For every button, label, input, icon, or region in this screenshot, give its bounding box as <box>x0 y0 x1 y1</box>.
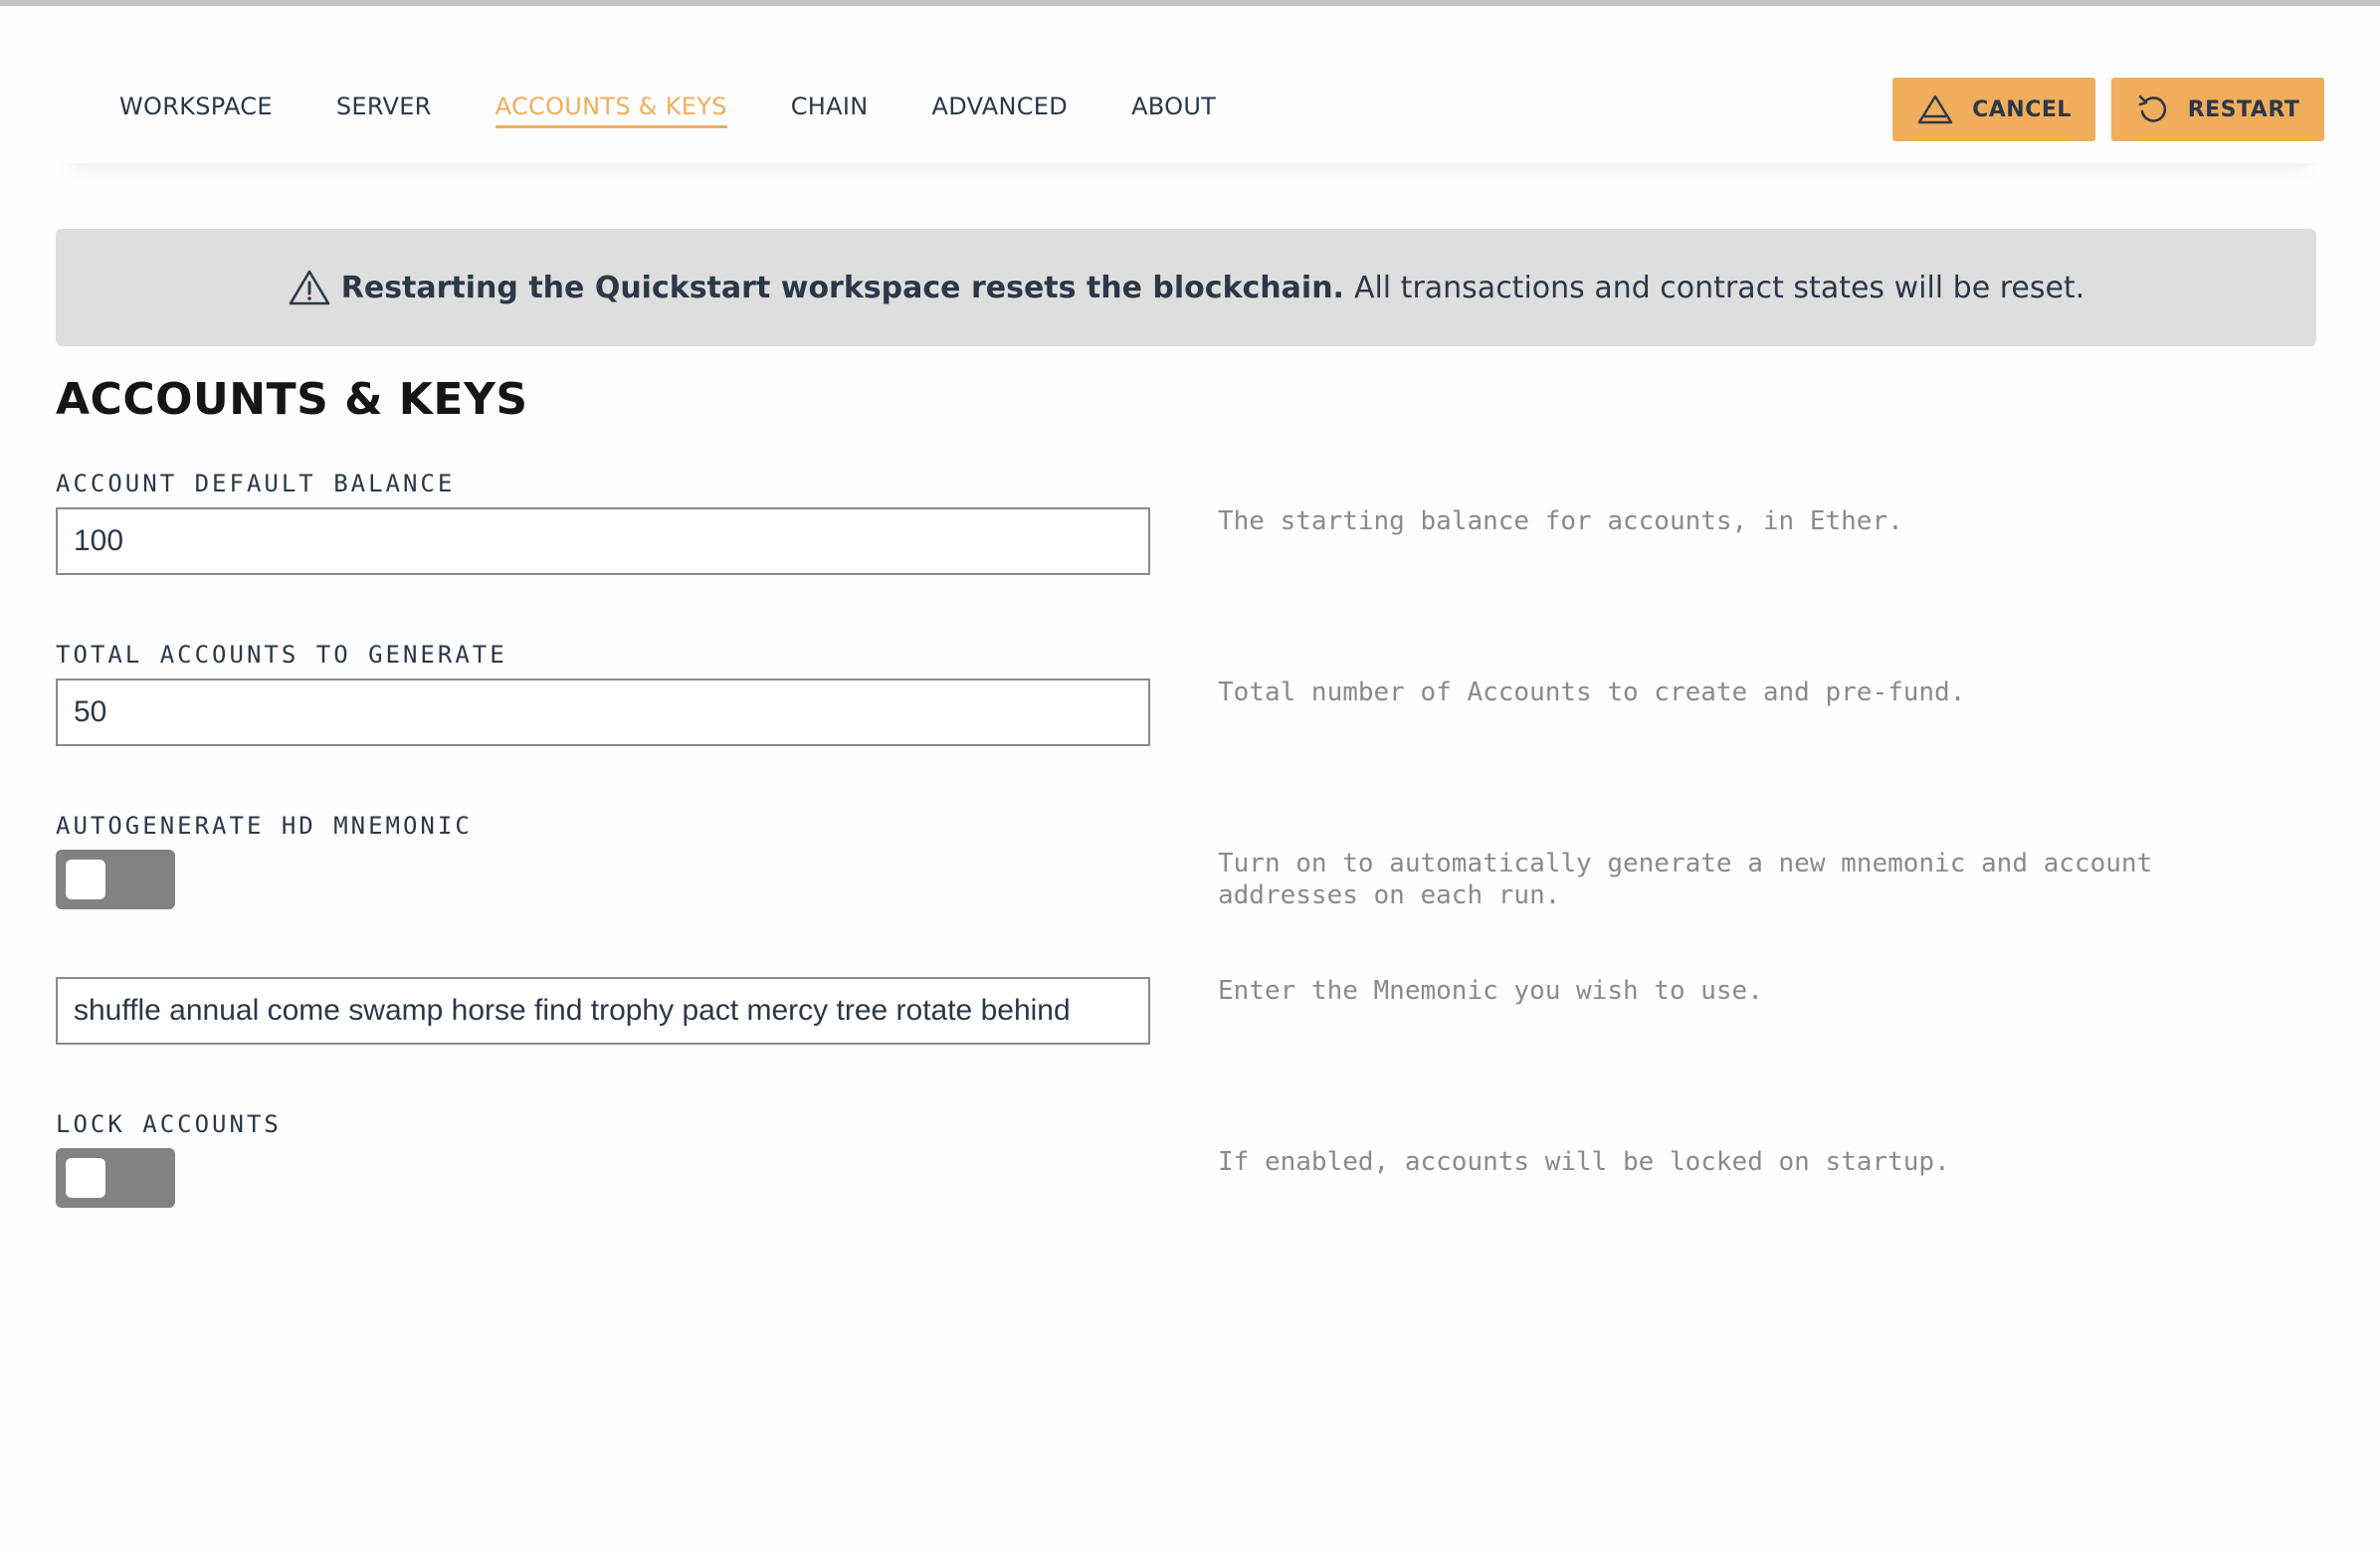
lock-accounts-toggle[interactable] <box>56 1148 175 1208</box>
cancel-button[interactable]: CANCEL <box>1892 78 2095 141</box>
tab-advanced[interactable]: ADVANCED <box>932 92 1069 128</box>
balance-input[interactable] <box>56 507 1150 575</box>
toggle-knob <box>66 860 105 899</box>
total-accounts-label: TOTAL ACCOUNTS TO GENERATE <box>56 641 507 669</box>
settings-header: WORKSPACE SERVER ACCOUNTS & KEYS CHAIN A… <box>56 6 2324 163</box>
tab-chain[interactable]: CHAIN <box>791 92 869 128</box>
warning-triangle-icon <box>1917 95 1953 124</box>
tab-about[interactable]: ABOUT <box>1131 92 1216 128</box>
settings-tabs: WORKSPACE SERVER ACCOUNTS & KEYS CHAIN A… <box>119 92 1280 128</box>
total-accounts-input[interactable] <box>56 679 1150 746</box>
cancel-button-label: CANCEL <box>1972 97 2072 122</box>
balance-label: ACCOUNT DEFAULT BALANCE <box>56 470 456 497</box>
banner-bold-text: Restarting the Quickstart workspace rese… <box>340 270 1344 305</box>
warning-triangle-icon <box>289 270 330 305</box>
balance-help: The starting balance for accounts, in Et… <box>1218 506 1903 536</box>
restart-warning-banner: Restarting the Quickstart workspace rese… <box>56 229 2316 346</box>
tab-server[interactable]: SERVER <box>336 92 432 128</box>
tab-accounts-keys[interactable]: ACCOUNTS & KEYS <box>495 92 727 128</box>
lock-accounts-help: If enabled, accounts will be locked on s… <box>1218 1147 1950 1177</box>
mnemonic-help: Enter the Mnemonic you wish to use. <box>1218 976 1763 1006</box>
restart-arrow-icon <box>2138 95 2166 122</box>
toggle-knob <box>66 1158 105 1198</box>
restart-button[interactable]: RESTART <box>2111 78 2324 141</box>
section-title: ACCOUNTS & KEYS <box>56 374 528 425</box>
mnemonic-input[interactable] <box>56 977 1150 1045</box>
restart-button-label: RESTART <box>2187 97 2300 122</box>
autogenerate-help: Turn on to automatically generate a new … <box>1218 849 2153 910</box>
autogenerate-label: AUTOGENERATE HD MNEMONIC <box>56 812 473 840</box>
autogenerate-toggle[interactable] <box>56 850 175 909</box>
tab-workspace[interactable]: WORKSPACE <box>119 92 273 128</box>
lock-accounts-label: LOCK ACCOUNTS <box>56 1110 282 1138</box>
banner-text: All transactions and contract states wil… <box>1353 270 2085 305</box>
total-accounts-help: Total number of Accounts to create and p… <box>1218 678 1966 707</box>
